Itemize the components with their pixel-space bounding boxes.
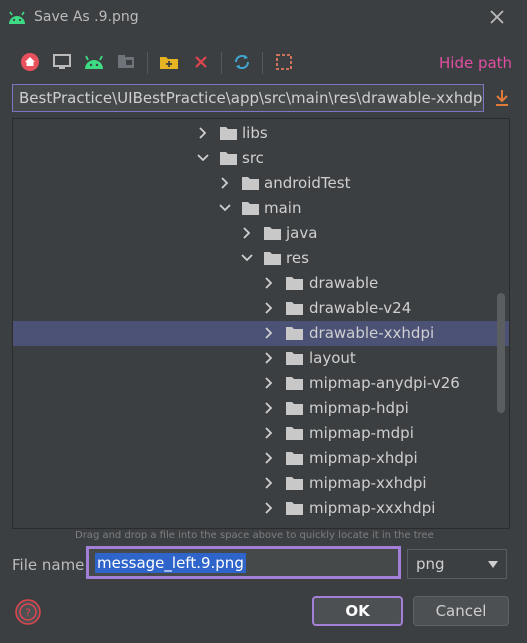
tree-row[interactable]: mipmap-xhdpi [13, 446, 509, 471]
tree-row-label: mipmap-anydpi-v26 [309, 374, 460, 392]
folder-icon [264, 252, 281, 265]
tree-row[interactable]: libs [13, 121, 509, 146]
tree-row-label: drawable-v24 [309, 299, 412, 317]
chevron-right-icon[interactable] [263, 377, 275, 389]
folder-icon [286, 452, 303, 465]
file-type-value: png [416, 555, 445, 573]
tree-row[interactable]: mipmap-mdpi [13, 421, 509, 446]
tree-row-label: androidTest [264, 174, 351, 192]
tree-row-label: mipmap-mdpi [309, 424, 414, 442]
toolbar-separator [221, 52, 222, 74]
tree-row-label: mipmap-xxhdpi [309, 474, 427, 492]
help-icon[interactable]: ? [14, 598, 42, 626]
window-title: Save As .9.png [34, 9, 139, 25]
file-name-value: message_left.9.png [95, 553, 246, 573]
chevron-right-icon[interactable] [263, 277, 275, 289]
tree-row[interactable]: androidTest [13, 171, 509, 196]
chevron-right-icon[interactable] [219, 177, 231, 189]
caret-down-icon [488, 561, 498, 568]
folder-icon [286, 302, 303, 315]
folder-icon [286, 502, 303, 515]
drag-drop-hint: Drag and drop a file into the space abov… [75, 530, 434, 541]
tree-row-label: res [286, 249, 309, 267]
file-name-input[interactable]: message_left.9.png [86, 546, 401, 579]
tree-scrollbar[interactable] [497, 293, 505, 413]
tree-row-selected[interactable]: drawable-xxhdpi [13, 321, 509, 346]
ok-button[interactable]: OK [312, 596, 403, 626]
chevron-right-icon[interactable] [197, 127, 209, 139]
chevron-right-icon[interactable] [263, 502, 275, 514]
chevron-right-icon[interactable] [263, 327, 275, 339]
tree-row-label: src [242, 149, 264, 167]
folder-icon [220, 127, 237, 140]
folder-icon [286, 402, 303, 415]
chevron-down-icon[interactable] [219, 202, 231, 214]
tree-row[interactable]: java [13, 221, 509, 246]
svg-text:?: ? [25, 607, 31, 620]
tree-row-label: drawable-xxhdpi [309, 324, 435, 342]
folder-icon [286, 352, 303, 365]
toolbar-separator [262, 52, 263, 74]
android-icon[interactable] [82, 50, 106, 74]
module-icon[interactable] [114, 50, 138, 74]
desktop-icon[interactable] [50, 50, 74, 74]
tree-row-label: drawable [309, 274, 379, 292]
title-bar: Save As .9.png [0, 0, 527, 38]
chevron-right-icon[interactable] [263, 302, 275, 314]
file-type-select[interactable]: png [407, 549, 507, 579]
chevron-right-icon[interactable] [263, 352, 275, 364]
toolbar-separator [147, 52, 148, 74]
tree-row-label: main [264, 199, 302, 217]
new-folder-icon[interactable] [157, 50, 181, 74]
chevron-down-icon[interactable] [241, 252, 253, 264]
tree-row[interactable]: drawable [13, 271, 509, 296]
refresh-icon[interactable] [230, 50, 254, 74]
chevron-right-icon[interactable] [263, 427, 275, 439]
tree-row[interactable]: mipmap-hdpi [13, 396, 509, 421]
tree-row[interactable]: mipmap-anydpi-v26 [13, 371, 509, 396]
path-input[interactable]: BestPractice\UIBestPractice\app\src\main… [12, 84, 484, 112]
chevron-right-icon[interactable] [263, 452, 275, 464]
android-icon [9, 11, 25, 24]
tree-row[interactable]: src [13, 146, 509, 171]
chevron-right-icon[interactable] [241, 227, 253, 239]
tree-row-label: libs [242, 124, 268, 142]
tree-row[interactable]: res [13, 246, 509, 271]
folder-icon [242, 202, 259, 215]
tree-row-label: layout [309, 349, 356, 367]
file-name-label: File name: [12, 556, 90, 574]
home-icon[interactable] [18, 50, 42, 74]
cancel-button[interactable]: Cancel [413, 596, 509, 626]
tree-row-label: mipmap-hdpi [309, 399, 409, 417]
folder-icon [286, 327, 303, 340]
tree-row[interactable]: layout [13, 346, 509, 371]
download-icon[interactable] [494, 89, 510, 107]
tree-row[interactable]: mipmap-xxxhdpi [13, 496, 509, 521]
folder-icon [242, 177, 259, 190]
folder-icon [286, 427, 303, 440]
folder-icon [286, 477, 303, 490]
tree-row-label: mipmap-xhdpi [309, 449, 418, 467]
folder-icon [220, 152, 237, 165]
hide-path-link[interactable]: Hide path [439, 54, 512, 72]
tree-row-label: mipmap-xxxhdpi [309, 499, 436, 517]
delete-icon[interactable] [189, 50, 213, 74]
close-icon[interactable] [487, 7, 507, 27]
tree-row[interactable]: drawable-v24 [13, 296, 509, 321]
folder-icon [264, 227, 281, 240]
folder-icon [286, 377, 303, 390]
chevron-down-icon[interactable] [197, 152, 209, 164]
tree-row-label: java [286, 224, 318, 242]
tree-row[interactable]: main [13, 196, 509, 221]
file-tree[interactable]: libs src androidTest main java res drawa… [12, 118, 510, 529]
chevron-right-icon[interactable] [263, 402, 275, 414]
select-area-icon[interactable] [272, 50, 296, 74]
tree-row[interactable]: mipmap-xxhdpi [13, 471, 509, 496]
folder-icon [286, 277, 303, 290]
chevron-right-icon[interactable] [263, 477, 275, 489]
